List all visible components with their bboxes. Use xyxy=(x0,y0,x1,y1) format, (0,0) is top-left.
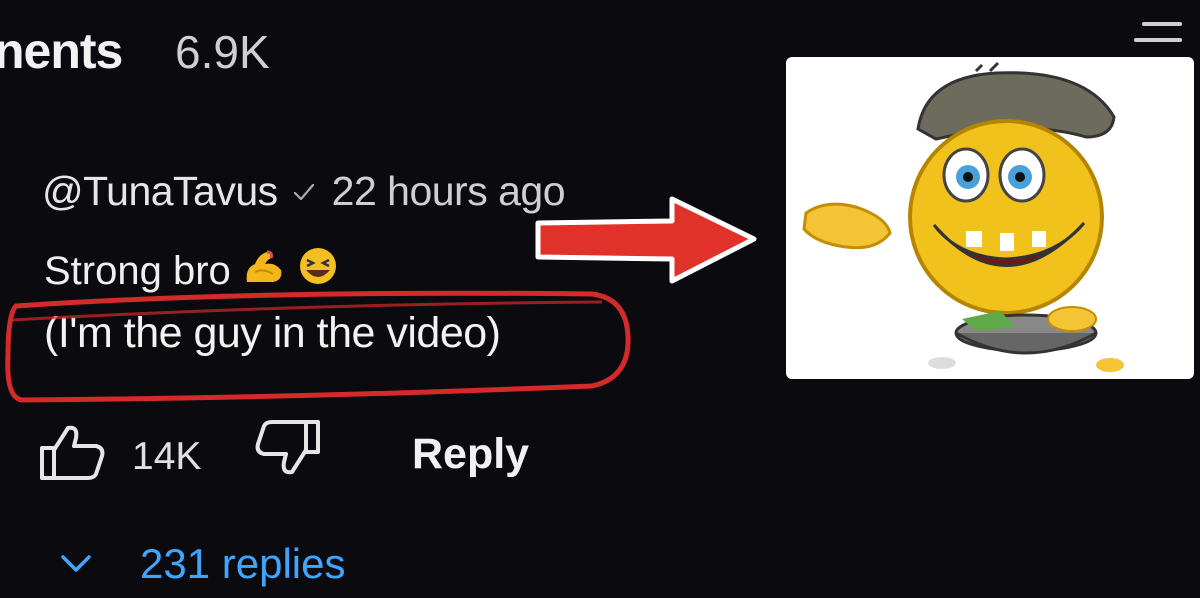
beggar-emoji-image xyxy=(786,57,1194,379)
flexed-biceps-emoji xyxy=(241,246,287,296)
thumbs-down-icon[interactable] xyxy=(254,418,322,483)
reply-button[interactable]: Reply xyxy=(412,430,529,479)
hamburger-icon[interactable] xyxy=(1134,18,1182,58)
laughing-emoji xyxy=(297,246,339,296)
chevron-down-icon xyxy=(60,554,92,574)
comments-title: nents xyxy=(0,23,123,79)
comment-timestamp[interactable]: 22 hours ago xyxy=(332,168,566,215)
comment-text: Strong bro xyxy=(44,248,231,293)
comment-text-line1: Strong bro xyxy=(44,246,339,296)
view-replies-button[interactable]: 231 replies xyxy=(60,540,345,588)
comment-header: @TunaTavus 22 hours ago xyxy=(42,168,566,215)
comment-text-line2: (I'm the guy in the video) xyxy=(44,309,501,357)
comment-author[interactable]: @TunaTavus xyxy=(42,168,278,215)
red-arrow-graphic xyxy=(535,196,757,284)
replies-count: 231 replies xyxy=(140,540,346,587)
like-count: 14K xyxy=(132,435,202,478)
comments-count: 6.9K xyxy=(175,26,270,78)
checkmark-icon xyxy=(292,182,316,202)
thumbs-up-icon[interactable] xyxy=(38,422,106,487)
